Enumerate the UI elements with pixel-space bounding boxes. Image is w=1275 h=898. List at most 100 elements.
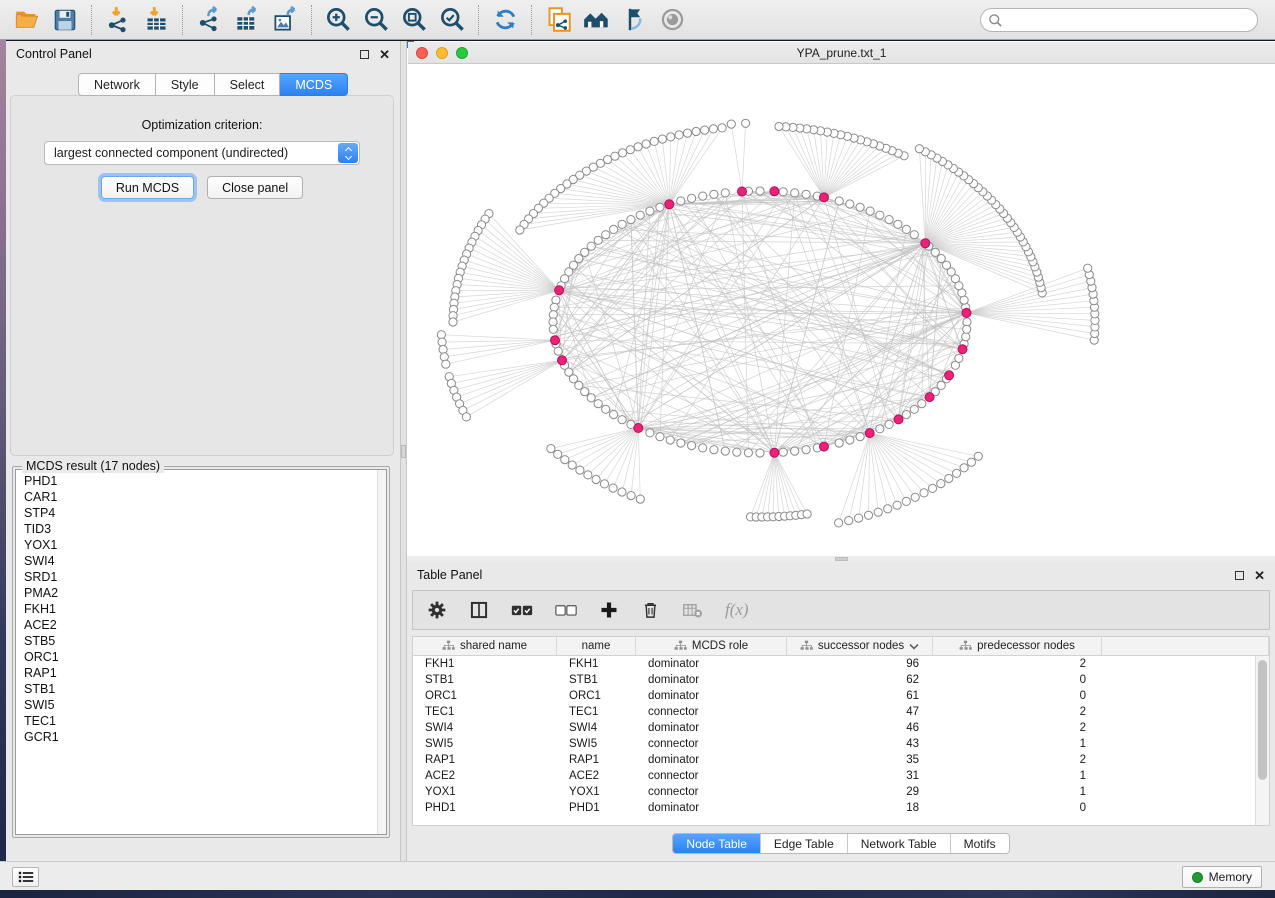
clone-network-button[interactable] bbox=[539, 3, 577, 37]
leaf-node[interactable] bbox=[592, 475, 600, 483]
table-cell[interactable]: dominator bbox=[636, 658, 787, 670]
ring-node[interactable] bbox=[791, 447, 799, 455]
leaf-node[interactable] bbox=[945, 474, 953, 482]
table-cell[interactable]: FKH1 bbox=[413, 658, 557, 670]
leaf-node[interactable] bbox=[893, 501, 901, 509]
leaf-node[interactable] bbox=[855, 514, 863, 522]
table-cell[interactable]: 47 bbox=[787, 706, 933, 718]
leaf-node[interactable] bbox=[937, 480, 945, 488]
ring-node[interactable] bbox=[910, 405, 918, 413]
mcds-list-scrollbar[interactable] bbox=[377, 470, 386, 834]
tab-motifs[interactable]: Motifs bbox=[950, 834, 1009, 853]
leaf-node[interactable] bbox=[442, 360, 450, 368]
ring-node[interactable] bbox=[656, 433, 664, 441]
leaf-node[interactable] bbox=[516, 226, 524, 234]
ring-node[interactable] bbox=[733, 448, 741, 456]
mcds-result-item[interactable]: STB5 bbox=[24, 633, 386, 649]
ring-node[interactable] bbox=[699, 444, 707, 452]
table-cell[interactable]: dominator bbox=[636, 722, 787, 734]
leaf-node[interactable] bbox=[554, 450, 562, 458]
table-cell[interactable]: dominator bbox=[636, 674, 787, 686]
table-cell[interactable]: 46 bbox=[787, 722, 933, 734]
ring-node[interactable] bbox=[610, 225, 618, 233]
ring-node[interactable] bbox=[902, 411, 910, 419]
mcds-result-item[interactable]: PMA2 bbox=[24, 585, 386, 601]
mcds-result-item[interactable]: ACE2 bbox=[24, 617, 386, 633]
table-cell[interactable]: 18 bbox=[787, 802, 933, 814]
leaf-node[interactable] bbox=[845, 517, 853, 525]
table-cell[interactable]: YOX1 bbox=[557, 786, 636, 798]
zoom-in-button[interactable] bbox=[319, 3, 357, 37]
table-row[interactable]: SWI5SWI5connector431 bbox=[413, 736, 1255, 752]
table-cell[interactable]: connector bbox=[636, 706, 787, 718]
table-row[interactable]: FKH1FKH1dominator962 bbox=[413, 656, 1255, 672]
export-network-button[interactable] bbox=[190, 3, 228, 37]
ring-node[interactable] bbox=[835, 439, 843, 447]
open-file-button[interactable] bbox=[8, 3, 46, 37]
mcds-hub-node[interactable] bbox=[865, 429, 874, 438]
leaf-node[interactable] bbox=[709, 125, 717, 133]
ring-node[interactable] bbox=[710, 190, 718, 198]
mcds-result-item[interactable]: PHD1 bbox=[24, 473, 386, 489]
tab-mcds[interactable]: MCDS bbox=[280, 73, 348, 96]
column-header-name[interactable]: name bbox=[557, 637, 636, 655]
mcds-hub-node[interactable] bbox=[958, 345, 967, 354]
ring-node[interactable] bbox=[963, 325, 971, 333]
leaf-node[interactable] bbox=[874, 508, 882, 516]
mcds-result-item[interactable]: CAR1 bbox=[24, 489, 386, 505]
column-header-MCDS-role[interactable]: MCDS role bbox=[636, 637, 787, 655]
leaf-node[interactable] bbox=[642, 140, 650, 148]
table-cell[interactable]: connector bbox=[636, 770, 787, 782]
table-cell[interactable]: SWI5 bbox=[413, 738, 557, 750]
mcds-hub-node[interactable] bbox=[894, 415, 903, 424]
ring-node[interactable] bbox=[779, 448, 787, 456]
ring-node[interactable] bbox=[910, 231, 918, 239]
leaf-node[interactable] bbox=[953, 469, 961, 477]
table-cell[interactable]: 61 bbox=[787, 690, 933, 702]
ring-node[interactable] bbox=[602, 405, 610, 413]
ring-node[interactable] bbox=[962, 333, 970, 341]
tab-network-table[interactable]: Network Table bbox=[847, 834, 950, 853]
import-table-button[interactable] bbox=[137, 3, 175, 37]
network-window-titlebar[interactable]: YPA_prune.txt_1 bbox=[408, 42, 1275, 64]
leaf-node[interactable] bbox=[911, 493, 919, 501]
table-cell[interactable]: SWI4 bbox=[557, 722, 636, 734]
mcds-result-item[interactable]: GCR1 bbox=[24, 729, 386, 745]
ring-node[interactable] bbox=[856, 203, 864, 211]
mcds-result-item[interactable]: SRD1 bbox=[24, 569, 386, 585]
select-all-button[interactable] bbox=[511, 602, 533, 618]
table-row[interactable]: PHD1PHD1dominator180 bbox=[413, 800, 1255, 816]
mcds-result-item[interactable]: SWI5 bbox=[24, 697, 386, 713]
mcds-hub-node[interactable] bbox=[770, 187, 779, 196]
network-canvas[interactable] bbox=[407, 64, 1275, 556]
leaf-node[interactable] bbox=[658, 135, 666, 143]
leaf-node-layer[interactable] bbox=[437, 119, 1099, 527]
run-mcds-button[interactable]: Run MCDS bbox=[101, 176, 194, 199]
table-cell[interactable]: PHD1 bbox=[557, 802, 636, 814]
table-cell[interactable]: SWI5 bbox=[557, 738, 636, 750]
leaf-node[interactable] bbox=[600, 480, 608, 488]
ring-node[interactable] bbox=[646, 207, 654, 215]
leaf-node[interactable] bbox=[915, 145, 923, 153]
close-panel-icon[interactable]: ✕ bbox=[379, 50, 390, 59]
task-history-button[interactable] bbox=[12, 867, 39, 887]
save-session-button[interactable] bbox=[46, 3, 84, 37]
table-cell[interactable]: FKH1 bbox=[557, 658, 636, 670]
ring-node[interactable] bbox=[894, 220, 902, 228]
delete-column-button[interactable] bbox=[641, 600, 660, 620]
table-cell[interactable]: dominator bbox=[636, 690, 787, 702]
table-cell[interactable]: TEC1 bbox=[413, 706, 557, 718]
ring-node[interactable] bbox=[699, 192, 707, 200]
show-graphics-details-button[interactable] bbox=[653, 3, 691, 37]
ring-node[interactable] bbox=[550, 303, 558, 311]
ring-node[interactable] bbox=[581, 388, 589, 396]
ring-node[interactable] bbox=[710, 446, 718, 454]
table-cell[interactable]: 35 bbox=[787, 754, 933, 766]
leaf-node[interactable] bbox=[1084, 264, 1092, 272]
leaf-node[interactable] bbox=[727, 120, 735, 128]
leaf-node[interactable] bbox=[627, 492, 635, 500]
import-network-button[interactable] bbox=[99, 3, 137, 37]
ring-node[interactable] bbox=[918, 400, 926, 408]
column-header-predecessor-nodes[interactable]: predecessor nodes bbox=[933, 637, 1102, 655]
leaf-node[interactable] bbox=[568, 461, 576, 469]
